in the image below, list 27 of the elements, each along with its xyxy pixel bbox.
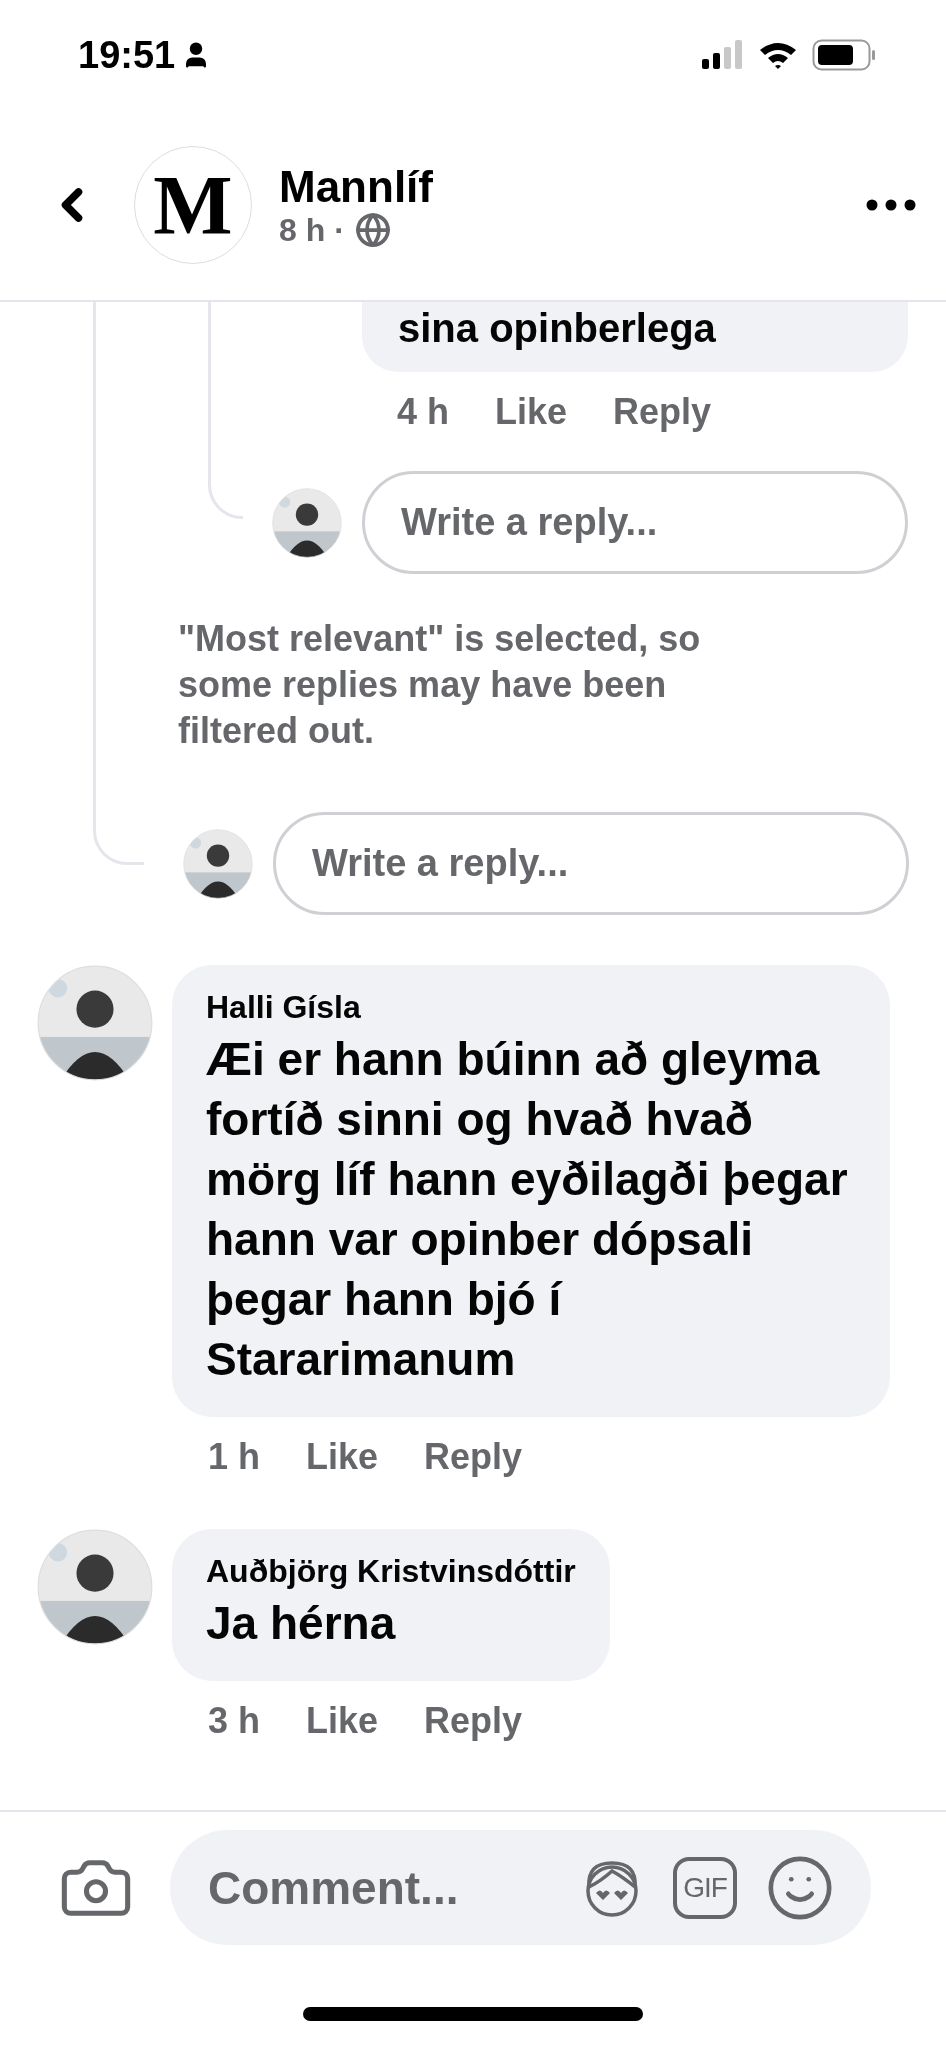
reply-field[interactable]: Write a reply... <box>362 471 908 574</box>
reply-link[interactable]: Reply <box>424 1699 523 1743</box>
comment-text: Ja hérna <box>206 1596 397 1651</box>
like-link[interactable]: Like <box>306 1435 379 1479</box>
battery-icon <box>812 39 876 71</box>
like-link[interactable]: Like <box>306 1699 379 1743</box>
more-icon[interactable] <box>866 199 916 211</box>
comment-author[interactable]: Halli Gísla <box>206 985 856 1029</box>
signal-icon <box>702 40 744 70</box>
comment-text: Æi er hann búinn að gleyma fortíð sinni og hvað hvað mörg líf hann eyðilagði þegar hann var opinber dópsali þegar hann bjó í Stararimanum <box>206 1032 849 1387</box>
comment-author[interactable]: Auðbjörg Kristvinsdóttir <box>206 1549 576 1593</box>
clock: 19:51 <box>78 33 176 77</box>
gif-button[interactable]: GIF <box>673 1856 737 1919</box>
reply-field[interactable]: Write a reply... <box>273 812 909 915</box>
reply-link[interactable]: Reply <box>613 390 712 434</box>
comment-field[interactable]: Comment... <box>206 1859 551 1916</box>
comment-text: sina opinberlega <box>398 305 717 352</box>
like-link[interactable]: Like <box>495 390 568 434</box>
wifi-icon <box>758 40 798 70</box>
page-name[interactable]: Mannlíf <box>279 161 866 212</box>
timestamp: 4 h <box>397 390 449 434</box>
timestamp: 1 h <box>208 1435 260 1479</box>
reply-link[interactable]: Reply <box>424 1435 523 1479</box>
filter-note: "Most relevant" is selected, so some replies may have been filtered out. <box>178 617 702 753</box>
globe-icon <box>354 212 391 248</box>
post-time: 8 h · <box>279 211 345 249</box>
timestamp: 3 h <box>208 1699 260 1743</box>
